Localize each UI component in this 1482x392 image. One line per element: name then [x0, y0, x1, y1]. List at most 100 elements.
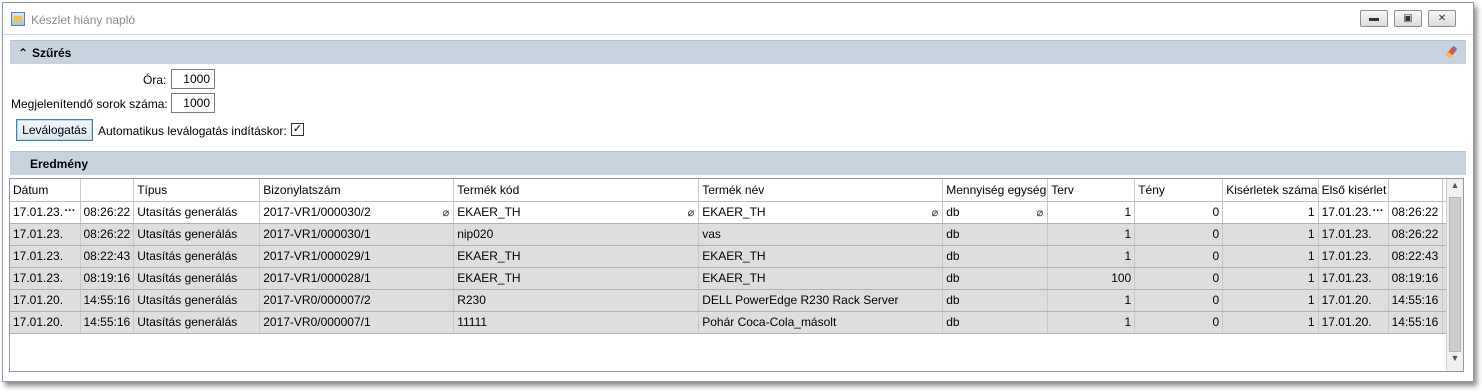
paperclip-icon[interactable]: ⌀	[688, 206, 695, 219]
cell-elso-kiserlet[interactable]: 17.01.23.	[1318, 223, 1389, 246]
col-teny[interactable]: Tény	[1134, 179, 1224, 202]
cell-elso-kiserlet[interactable]: 17.01.23.	[1318, 267, 1389, 290]
cell-mennyiseg-egyseg[interactable]: db	[942, 245, 1049, 268]
cell-mennyiseg-egyseg[interactable]: db	[942, 289, 1049, 312]
cell-elso-kiserlet[interactable]: 17.01.23.	[1318, 245, 1389, 268]
cell-termek-kod[interactable]: R230	[453, 289, 700, 312]
cell-tipus[interactable]: Utasítás generálás	[133, 223, 261, 246]
filter-section-header[interactable]: ⌃ Szűrés	[10, 40, 1466, 64]
cell-termek-nev[interactable]: EKAER_TH	[698, 267, 944, 290]
cell-teny[interactable]: 0	[1134, 311, 1224, 334]
cell-bizonylatszam[interactable]: 2017-VR1/000030/1	[259, 223, 455, 246]
col-kiserletek-szama[interactable]: Kisérletek száma	[1222, 179, 1319, 202]
cell-elso-kiserlet-time[interactable]: 14:55:16	[1388, 311, 1443, 334]
cell-tipus[interactable]: Utasítás generálás	[133, 289, 261, 312]
paperclip-icon[interactable]: ⌀	[443, 206, 450, 219]
cell-time[interactable]: 14:55:16	[80, 311, 135, 334]
cell-tipus[interactable]: Utasítás generálás	[133, 311, 261, 334]
col-time[interactable]	[80, 179, 135, 202]
cell-terv[interactable]: 100	[1047, 267, 1136, 290]
cell-termek-kod[interactable]: EKAER_TH	[453, 267, 700, 290]
cell-mennyiseg-egyseg[interactable]: db	[942, 311, 1049, 334]
col-bizonylatszam[interactable]: Bizonylatszám	[259, 179, 455, 202]
cell-mennyiseg-egyseg[interactable]: db	[942, 223, 1049, 246]
cell-elso-kiserlet-time[interactable]: 08:26:22	[1388, 201, 1443, 224]
close-button[interactable]: ✕	[1428, 10, 1456, 27]
cell-datum[interactable]: 17.01.20.	[10, 289, 81, 312]
cell-termek-kod[interactable]: EKAER_TH	[453, 245, 700, 268]
cell-termek-nev[interactable]: DELL PowerEdge R230 Rack Server	[698, 289, 944, 312]
cell-termek-nev[interactable]: vas	[698, 223, 944, 246]
col-datum[interactable]: Dátum	[10, 179, 81, 202]
cell-elso-kiserlet[interactable]: 17.01.20.	[1318, 311, 1389, 334]
maximize-button[interactable]: ▣	[1394, 10, 1422, 27]
ellipsis-button[interactable]: ···	[65, 205, 76, 217]
table-row[interactable]: 17.01.23. ··· 08:26:22 Utasítás generálás 20…	[10, 201, 1451, 224]
cell-elso-kiserlet[interactable]: 17.01.23. ···	[1318, 201, 1389, 224]
cell-teny[interactable]: 0	[1134, 267, 1224, 290]
table-row[interactable]: 17.01.23. 08:22:43 Utasítás generálás 2017-…	[10, 245, 1451, 268]
cell-teny[interactable]: 0	[1134, 201, 1224, 224]
cell-kiserletek-szama[interactable]: 1	[1222, 267, 1319, 290]
cell-tipus[interactable]: Utasítás generálás	[133, 267, 261, 290]
cell-termek-kod[interactable]: nip020	[453, 223, 700, 246]
cell-datum[interactable]: 17.01.23.	[10, 245, 81, 268]
cell-kiserletek-szama[interactable]: 1	[1222, 201, 1319, 224]
cell-datum[interactable]: 17.01.23.	[10, 223, 81, 246]
col-termek-nev[interactable]: Termék név	[698, 179, 944, 202]
cell-tipus[interactable]: Utasítás generálás	[133, 201, 261, 224]
cell-terv[interactable]: 1	[1047, 223, 1136, 246]
cell-terv[interactable]: 1	[1047, 245, 1136, 268]
col-elso-kiserlet-time[interactable]	[1388, 179, 1443, 202]
cell-bizonylatszam[interactable]: 2017-VR1/000028/1	[259, 267, 455, 290]
cell-tipus[interactable]: Utasítás generálás	[133, 245, 261, 268]
cell-termek-nev[interactable]: EKAER_TH ⌀	[698, 201, 944, 224]
table-row[interactable]: 17.01.20. 14:55:16 Utasítás generálás 2017-…	[10, 311, 1451, 334]
chevron-up-icon[interactable]: ⌃	[18, 46, 28, 60]
scroll-up-icon[interactable]: ▲	[1447, 180, 1463, 197]
vertical-scrollbar[interactable]: ▲ ▼	[1446, 179, 1463, 371]
ellipsis-button[interactable]: ···	[1373, 205, 1384, 217]
eraser-icon[interactable]	[1444, 45, 1458, 62]
cell-bizonylatszam[interactable]: 2017-VR1/000030/2 ⌀	[259, 201, 455, 224]
cell-bizonylatszam[interactable]: 2017-VR1/000029/1	[259, 245, 455, 268]
cell-kiserletek-szama[interactable]: 1	[1222, 245, 1319, 268]
cell-time[interactable]: 14:55:16	[80, 289, 135, 312]
table-row[interactable]: 17.01.23. 08:26:22 Utasítás generálás 2017-…	[10, 223, 1451, 246]
cell-termek-nev[interactable]: EKAER_TH	[698, 245, 944, 268]
cell-elso-kiserlet-time[interactable]: 08:26:22	[1388, 223, 1443, 246]
cell-elso-kiserlet-time[interactable]: 14:55:16	[1388, 289, 1443, 312]
cell-mennyiseg-egyseg[interactable]: db ⌀	[942, 201, 1049, 224]
cell-terv[interactable]: 1	[1047, 201, 1136, 224]
cell-elso-kiserlet-time[interactable]: 08:19:16	[1388, 267, 1443, 290]
scroll-down-icon[interactable]: ▼	[1447, 353, 1463, 370]
cell-elso-kiserlet-time[interactable]: 08:22:43	[1388, 245, 1443, 268]
cell-termek-kod[interactable]: 11111	[453, 311, 700, 334]
rows-input[interactable]: 1000	[171, 93, 215, 113]
paperclip-icon[interactable]: ⌀	[932, 206, 939, 219]
cell-time[interactable]: 08:26:22	[80, 223, 135, 246]
cell-terv[interactable]: 1	[1047, 311, 1136, 334]
cell-elso-kiserlet[interactable]: 17.01.20.	[1318, 289, 1389, 312]
cell-datum[interactable]: 17.01.20.	[10, 311, 81, 334]
cell-kiserletek-szama[interactable]: 1	[1222, 289, 1319, 312]
cell-bizonylatszam[interactable]: 2017-VR0/000007/1	[259, 311, 455, 334]
cell-kiserletek-szama[interactable]: 1	[1222, 223, 1319, 246]
col-termek-kod[interactable]: Termék kód	[453, 179, 700, 202]
col-terv[interactable]: Terv	[1047, 179, 1136, 202]
minimize-button[interactable]: ▬	[1360, 10, 1388, 27]
filter-button[interactable]: Leválogatás	[16, 119, 93, 141]
hours-input[interactable]: 1000	[171, 69, 215, 89]
cell-teny[interactable]: 0	[1134, 289, 1224, 312]
cell-time[interactable]: 08:22:43	[80, 245, 135, 268]
cell-datum[interactable]: 17.01.23.	[10, 267, 81, 290]
col-mennyiseg-egyseg[interactable]: Mennyiség egység	[942, 179, 1049, 202]
cell-teny[interactable]: 0	[1134, 223, 1224, 246]
cell-mennyiseg-egyseg[interactable]: db	[942, 267, 1049, 290]
cell-teny[interactable]: 0	[1134, 245, 1224, 268]
col-elso-kiserlet[interactable]: Első kisérlet	[1318, 179, 1389, 202]
table-row[interactable]: 17.01.23. 08:19:16 Utasítás generálás 2017-…	[10, 267, 1451, 290]
cell-time[interactable]: 08:19:16	[80, 267, 135, 290]
paperclip-icon[interactable]: ⌀	[1037, 206, 1044, 219]
cell-time[interactable]: 08:26:22	[80, 201, 135, 224]
